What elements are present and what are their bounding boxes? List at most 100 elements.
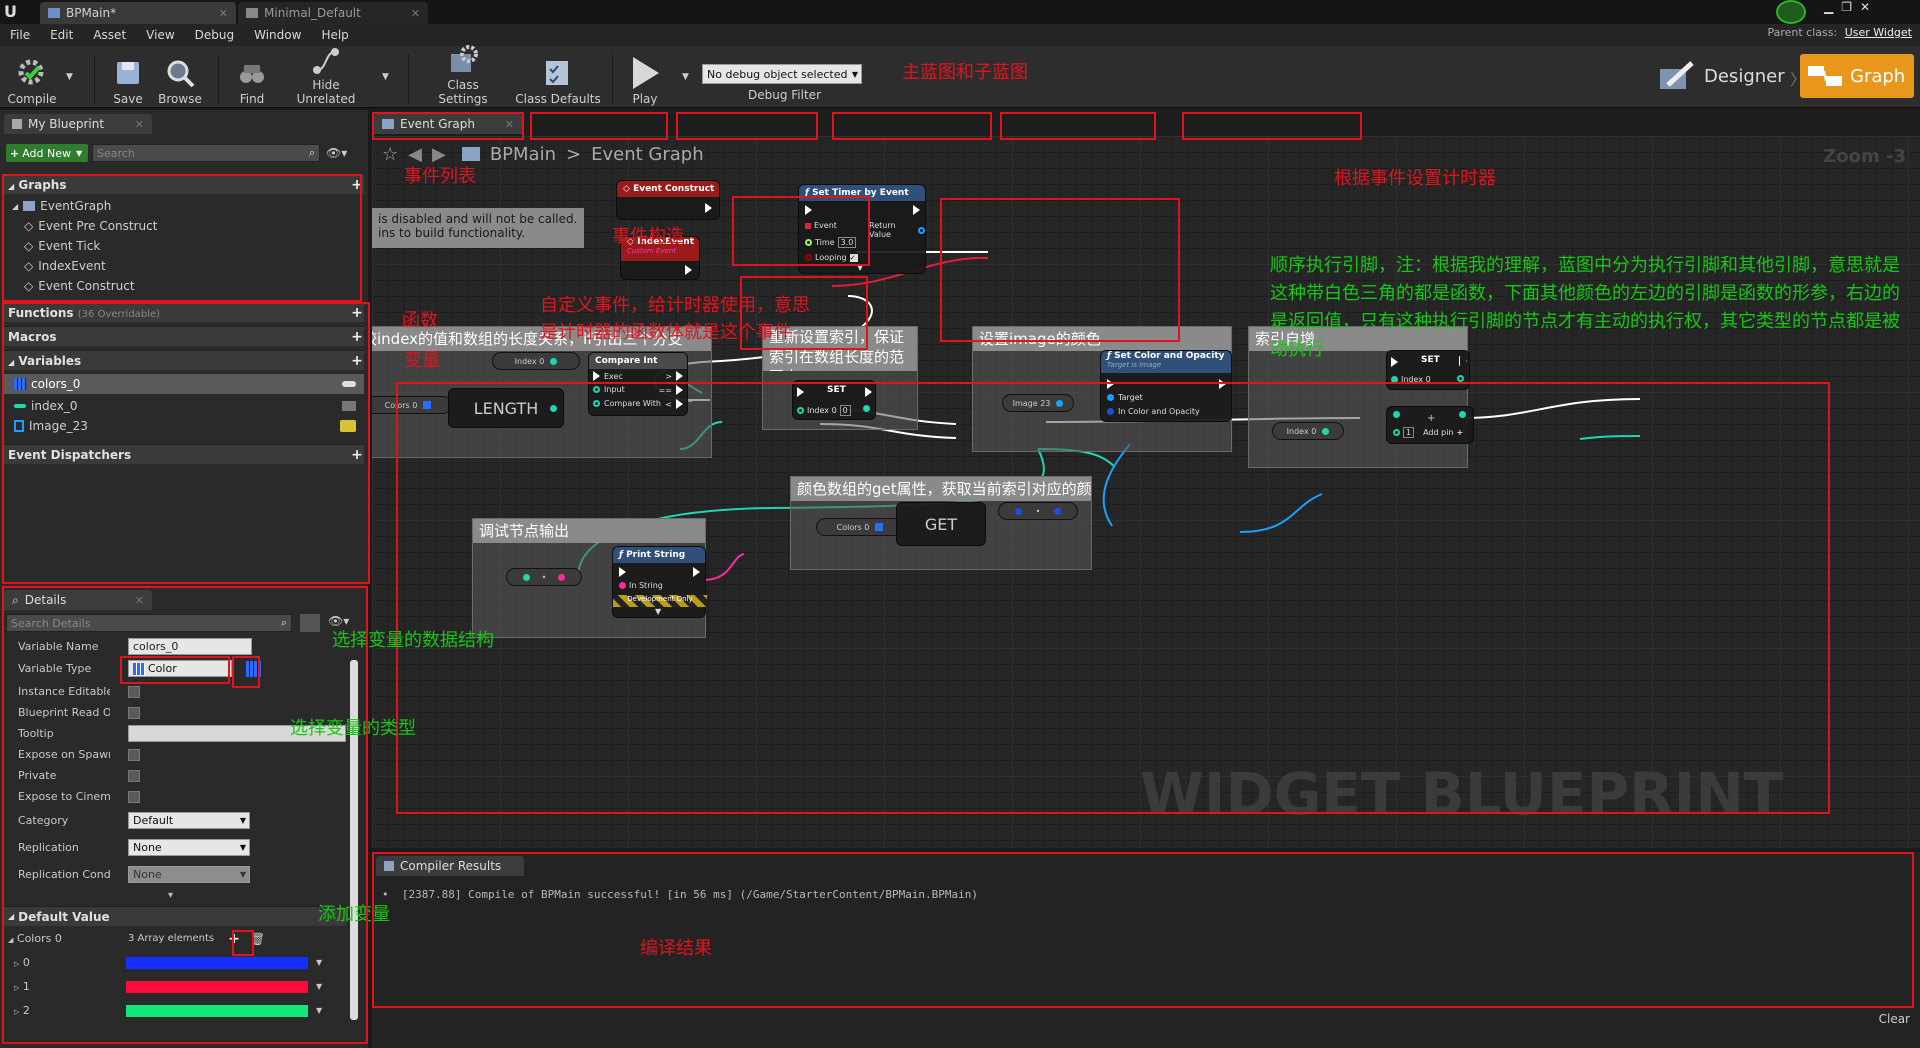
menu-debug[interactable]: Debug: [185, 24, 244, 46]
node-get-index-0[interactable]: Index 0: [492, 352, 580, 370]
browse-label: Browse: [158, 92, 202, 106]
annotation-box-set-timer: [940, 198, 1180, 342]
toolbar-separator: [218, 54, 219, 104]
clear-button[interactable]: Clear: [1879, 1012, 1910, 1026]
annotation-custom-event: 自定义事件，给计时器使用，意思是计时器的函数体就是这个事件: [540, 295, 810, 343]
annotation-box-event-graph-tab: [372, 112, 524, 140]
class-settings-label: Class Settings: [438, 78, 488, 106]
annotation-box: [676, 112, 818, 140]
node-header: ◇ Event Construct: [617, 181, 719, 197]
event-diamond-icon: ◇: [623, 184, 630, 194]
hide-unrelated-button[interactable]: Hide Unrelated: [284, 48, 368, 106]
close-window-icon[interactable]: ✕: [1860, 0, 1870, 14]
annotation-box-compiler: [372, 852, 1914, 1008]
debug-filter-label: Debug Filter: [748, 88, 821, 102]
int-out-pin[interactable]: [550, 357, 558, 365]
class-defaults-label: Class Defaults: [515, 92, 601, 106]
title-bar: U BPMain* ✕ Minimal_Default ✕ ▁ ❐ ✕: [0, 0, 1920, 24]
toolbar-separator: [94, 54, 95, 104]
exec-out-pin[interactable]: [705, 203, 712, 213]
add-new-button[interactable]: + Add New ▼: [6, 144, 88, 162]
close-icon[interactable]: ✕: [411, 7, 420, 20]
menu-help[interactable]: Help: [311, 24, 358, 46]
search-icon: ⌕: [308, 146, 315, 159]
var-node-label: Index 0: [514, 356, 545, 366]
menu-edit[interactable]: Edit: [40, 24, 83, 46]
save-label: Save: [113, 92, 143, 106]
annotation-event-list: 事件列表: [404, 166, 476, 187]
annotation-exec-pin-note: 顺序执行引脚，注：根据我的理解，蓝图中分为执行引脚和其他引脚，意思就是这种带白色…: [1270, 255, 1900, 360]
menu-file[interactable]: File: [0, 24, 40, 46]
annotation-box: [1182, 112, 1362, 140]
menu-bar: File Edit Asset View Debug Window Help P…: [0, 24, 1920, 46]
graph-mode-button[interactable]: Graph: [1800, 54, 1914, 98]
blueprint-icon: [48, 8, 60, 18]
class-defaults-checklist-icon: [541, 56, 575, 90]
minimize-icon[interactable]: ▁: [1824, 0, 1833, 14]
play-options-chevron-icon[interactable]: ▼: [682, 72, 689, 82]
pin-label: Exec: [604, 371, 623, 381]
exec-in-pin[interactable]: [593, 371, 600, 381]
parent-class-value[interactable]: User Widget: [1845, 26, 1912, 39]
browse-button[interactable]: Browse: [156, 50, 204, 106]
annotation-box: [1000, 112, 1156, 140]
play-button[interactable]: Play: [624, 50, 666, 106]
play-label: Play: [632, 92, 658, 106]
tab-minimal-default[interactable]: Minimal_Default ✕: [238, 2, 428, 24]
chevron-down-icon: ▼: [76, 148, 83, 158]
plus-icon: +: [10, 146, 20, 160]
my-blueprint-tab[interactable]: My Blueprint ✕: [4, 114, 152, 134]
annotation-functions: 函数: [402, 310, 438, 331]
exec-out-pin[interactable]: [685, 265, 692, 275]
return-value-pin[interactable]: [918, 226, 925, 234]
gt-pin-row: >: [665, 371, 683, 381]
my-blueprint-tab-label: My Blueprint: [28, 117, 105, 131]
find-button[interactable]: Find: [234, 50, 270, 106]
menu-asset[interactable]: Asset: [83, 24, 136, 46]
exec-out-pin[interactable]: [913, 205, 920, 215]
annotation-box-details: [2, 586, 368, 1044]
blueprint-search-input[interactable]: Search ⌕: [92, 144, 320, 162]
debug-object-select[interactable]: No debug object selected ▼: [702, 64, 862, 84]
node-header: ƒ Set Color and Opacity Target is Image: [1101, 351, 1231, 373]
int-out-pin[interactable]: [1457, 375, 1464, 382]
class-settings-gear-icon: [446, 44, 480, 76]
hide-unrelated-chevron-icon[interactable]: ▼: [382, 72, 389, 82]
parent-class-label: Parent class:: [1767, 26, 1838, 39]
annotation-box-graph-body: [396, 382, 1830, 814]
node-title: Event Construct: [633, 184, 715, 194]
compile-options-chevron-icon[interactable]: ▼: [66, 72, 73, 82]
close-icon[interactable]: ✕: [135, 118, 144, 131]
save-button[interactable]: Save: [108, 50, 148, 106]
class-settings-button[interactable]: Class Settings: [422, 45, 504, 106]
class-defaults-button[interactable]: Class Defaults: [514, 50, 602, 106]
unreal-logo-icon: U: [4, 2, 17, 21]
compile-label: Compile: [7, 92, 57, 106]
annotation-box: [832, 112, 992, 140]
window-controls: ▁ ❐ ✕: [1824, 0, 1870, 14]
maximize-icon[interactable]: ❐: [1841, 0, 1852, 14]
pin-label: Return Value: [869, 221, 896, 239]
menu-window[interactable]: Window: [244, 24, 311, 46]
compile-gear-icon: [15, 56, 49, 90]
find-binoculars-icon: [235, 56, 269, 90]
annotation-box-blueprint: [2, 302, 370, 584]
annotation-main-sub: 主蓝图和子蓝图: [902, 62, 1028, 83]
add-new-label: Add New: [22, 146, 72, 160]
annotation-compile-result: 编译结果: [640, 938, 712, 959]
graph-label: Graph: [1850, 65, 1906, 87]
close-icon[interactable]: ✕: [219, 7, 228, 20]
exec-out-pin[interactable]: [676, 371, 683, 381]
view-options-eye-icon[interactable]: 👁▾: [326, 146, 347, 160]
source-control-icon[interactable]: [1776, 0, 1806, 24]
annotation-timer-by-event: 根据事件设置计时器: [1334, 168, 1496, 189]
chevron-down-icon: ▼: [851, 69, 858, 79]
designer-mode-button[interactable]: Designer: [1658, 56, 1785, 96]
node-event-construct[interactable]: ◇ Event Construct: [616, 180, 720, 220]
tab-bpmain[interactable]: BPMain* ✕: [40, 2, 236, 24]
hide-unrelated-graph-icon: [309, 46, 343, 76]
toolbar-separator: [612, 54, 613, 104]
compile-button[interactable]: Compile: [4, 50, 60, 106]
menu-view[interactable]: View: [136, 24, 184, 46]
graph-mode-icon: [1808, 66, 1842, 86]
